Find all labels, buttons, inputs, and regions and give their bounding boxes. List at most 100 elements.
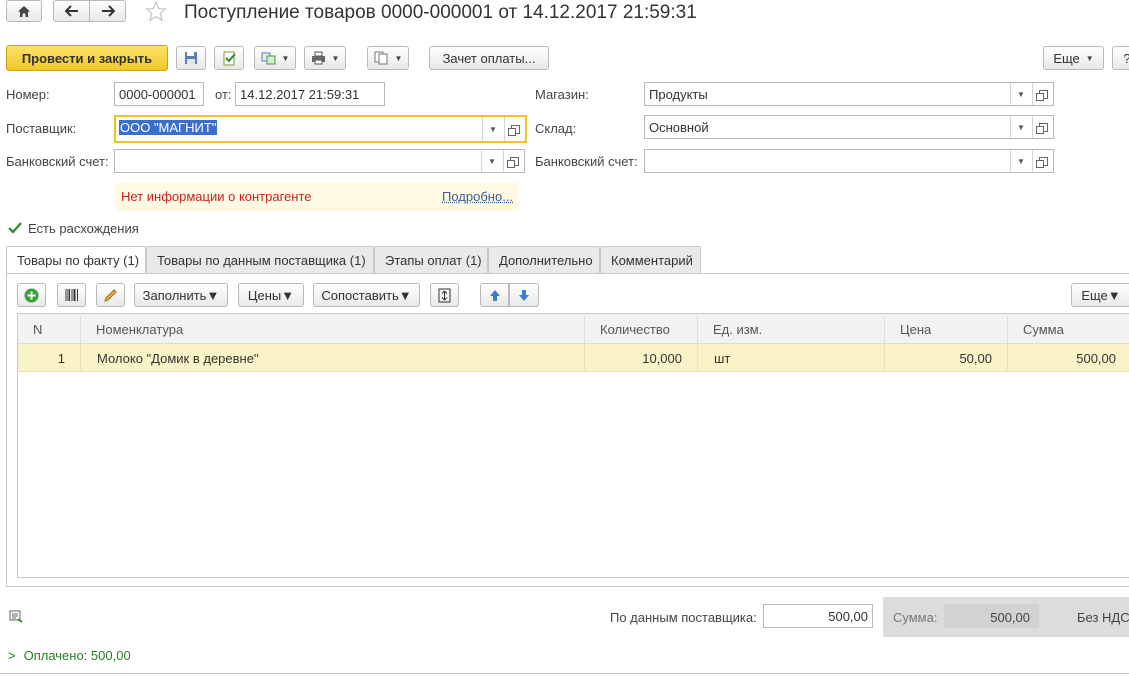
favorite-star-icon[interactable] (145, 1, 167, 25)
supplier-field[interactable]: ООО "МАГНИТ" ▼ (114, 115, 527, 143)
supplier-dropdown-chevron-icon[interactable]: ▼ (482, 117, 503, 141)
print-button[interactable]: ▼ (304, 46, 346, 70)
supplier-data-field[interactable]: 500,00 (763, 604, 873, 628)
chevron-down-icon: ▼ (332, 54, 340, 63)
warehouse-value: Основной (649, 120, 709, 135)
discrepancy-checkbox[interactable] (8, 221, 21, 234)
chevron-right-icon: > (8, 648, 16, 663)
home-icon (17, 5, 31, 18)
warehouse-open-icon[interactable] (1032, 116, 1053, 138)
store-dropdown-chevron-icon[interactable]: ▼ (1010, 83, 1031, 105)
sum-value: 500,00 (944, 610, 1030, 625)
store-open-icon[interactable] (1032, 83, 1053, 105)
column-divider (697, 344, 698, 372)
add-row-button[interactable] (17, 283, 46, 307)
col-header-sum[interactable]: Сумма (1008, 316, 1129, 343)
column-divider (884, 344, 885, 372)
expand-rows-button[interactable] (430, 283, 459, 307)
floppy-disk-icon (184, 51, 198, 65)
chevron-down-icon: ▼ (395, 54, 403, 63)
date-from-label: от: (215, 87, 232, 102)
fill-label: Заполнить (143, 288, 207, 303)
compare-button[interactable]: Сопоставить ▼ (313, 283, 420, 307)
bank-right-open-icon[interactable] (1032, 150, 1053, 172)
col-header-n[interactable]: N (18, 316, 81, 343)
list-settings-icon[interactable] (9, 610, 24, 626)
bank-right-dropdown-chevron-icon[interactable]: ▼ (1010, 150, 1031, 172)
warehouse-label: Склад: (535, 121, 576, 136)
supplier-data-label: По данным поставщика: (610, 610, 757, 625)
barcode-icon (64, 288, 80, 302)
tab-goods-actual[interactable]: Товары по факту (1) (6, 246, 146, 274)
chevron-down-icon: ▼ (206, 288, 219, 303)
tab-payment-stages[interactable]: Этапы оплат (1) (374, 246, 488, 273)
tab-additional[interactable]: Дополнительно (488, 246, 600, 273)
pencil-icon (103, 288, 118, 303)
bank-account-field-right[interactable]: ▼ (644, 149, 1054, 173)
number-field[interactable]: 0000-000001 (114, 82, 204, 106)
warehouse-dropdown-chevron-icon[interactable]: ▼ (1010, 116, 1031, 138)
move-up-button[interactable] (480, 283, 509, 307)
documents-icon (374, 51, 389, 65)
back-button[interactable] (53, 0, 90, 22)
chevron-down-icon: ▼ (1086, 54, 1094, 63)
arrow-right-icon (101, 5, 115, 17)
col-header-item[interactable]: Номенклатура (81, 316, 585, 343)
cell-sum: 500,00 (1008, 344, 1116, 372)
checkmark-icon (8, 221, 22, 235)
expand-vertical-icon (438, 288, 451, 303)
barcode-button[interactable] (57, 283, 86, 307)
post-document-icon (222, 51, 237, 66)
table-more-label: Еще (1081, 288, 1107, 303)
bank-left-dropdown-chevron-icon[interactable]: ▼ (481, 150, 502, 172)
chevron-down-icon: ▼ (282, 54, 290, 63)
compare-label: Сопоставить (321, 288, 398, 303)
home-button[interactable] (6, 0, 42, 22)
details-link[interactable]: Подробно... (442, 189, 513, 204)
sum-label: Сумма: (893, 610, 937, 625)
store-value: Продукты (649, 87, 708, 102)
supplier-open-icon[interactable] (504, 117, 525, 141)
col-header-qty[interactable]: Количество (585, 316, 698, 343)
store-field[interactable]: Продукты ▼ (644, 82, 1054, 106)
tab-comment[interactable]: Комментарий (600, 246, 701, 273)
supplier-value: ООО "МАГНИТ" (119, 120, 217, 135)
date-field[interactable]: 14.12.2017 21:59:31 (235, 82, 385, 106)
warning-text: Нет информации о контрагенте (121, 189, 312, 204)
prices-label: Цены (248, 288, 281, 303)
create-based-on-button[interactable]: ▼ (254, 46, 296, 70)
arrow-left-icon (65, 5, 79, 17)
chevron-down-icon: ▼ (1108, 288, 1121, 303)
warehouse-field[interactable]: Основной ▼ (644, 115, 1054, 139)
cell-n: 1 (18, 344, 65, 372)
cell-price: 50,00 (885, 344, 992, 372)
post-and-close-button[interactable]: Провести и закрыть (6, 45, 168, 71)
prices-button[interactable]: Цены ▼ (238, 283, 304, 307)
table-more-button[interactable]: Еще ▼ (1071, 283, 1129, 307)
bottom-divider (0, 673, 1129, 674)
plus-circle-icon (24, 288, 39, 303)
cell-qty: 10,000 (585, 344, 682, 372)
discrepancy-label: Есть расхождения (28, 221, 139, 236)
col-header-unit[interactable]: Ед. изм. (698, 316, 885, 343)
bank-account-field-left[interactable]: ▼ (114, 149, 525, 173)
forward-button[interactable] (89, 0, 126, 22)
move-down-button[interactable] (509, 283, 539, 307)
post-button[interactable] (214, 46, 244, 70)
bank-left-open-icon[interactable] (503, 150, 524, 172)
col-header-price[interactable]: Цена (885, 316, 1008, 343)
paid-label: Оплачено: 500,00 (24, 648, 131, 663)
paid-expander[interactable]: > Оплачено: 500,00 (8, 648, 131, 663)
fill-button[interactable]: Заполнить ▼ (134, 283, 228, 307)
window-title: Поступление товаров 0000-000001 от 14.12… (184, 2, 697, 24)
save-button[interactable] (176, 46, 206, 70)
pick-items-button[interactable] (96, 283, 125, 307)
bank-account-label-right: Банковский счет: (535, 154, 638, 169)
store-label: Магазин: (535, 87, 589, 102)
tab-goods-supplier[interactable]: Товары по данным поставщика (1) (146, 246, 374, 273)
help-button[interactable]: ? (1112, 46, 1129, 70)
more-button[interactable]: Еще ▼ (1043, 46, 1104, 70)
cell-unit: шт (714, 344, 874, 372)
related-documents-button[interactable]: ▼ (367, 46, 409, 70)
payment-offset-button[interactable]: Зачет оплаты... (429, 46, 549, 70)
